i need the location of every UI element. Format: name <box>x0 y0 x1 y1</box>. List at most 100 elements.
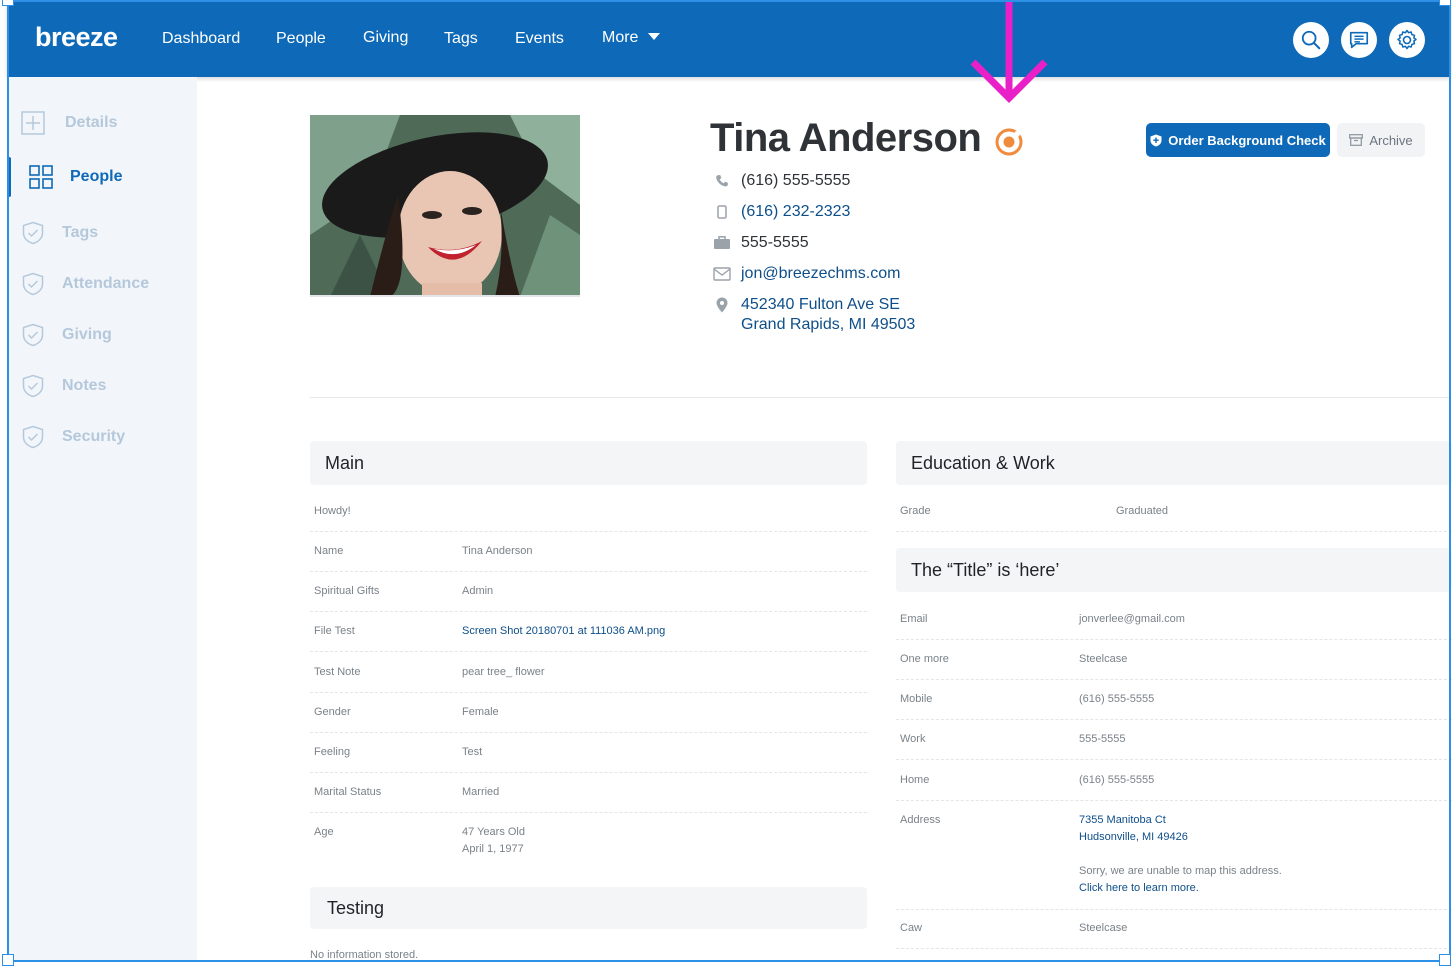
table-row: Grade Graduated <box>896 503 1452 532</box>
sidebar-item-label: Giving <box>62 326 112 343</box>
field-value: Steelcase <box>1079 922 1128 934</box>
search-button[interactable] <box>1293 22 1329 58</box>
table-row: Mobile (616) 555-5555 <box>896 691 1452 720</box>
sidebar-item-label: Tags <box>62 224 99 241</box>
archive-label: Archive <box>1369 132 1413 148</box>
nav-events[interactable]: Events <box>515 30 564 48</box>
field-label: Email <box>900 613 928 625</box>
gear-icon <box>1397 29 1417 50</box>
shield-check-icon <box>22 374 44 398</box>
shield-check-icon <box>22 425 44 449</box>
nav-people[interactable]: People <box>276 30 326 48</box>
shield-check-icon <box>22 323 44 347</box>
main-intro-row: Howdy! <box>310 503 867 532</box>
field-value: jonverlee@gmail.com <box>1079 613 1185 625</box>
address-value-line-2[interactable]: Hudsonville, MI 49426 <box>1079 829 1188 846</box>
table-row: Caw Steelcase <box>896 920 1452 949</box>
nav-giving[interactable]: Giving <box>363 29 408 47</box>
archive-button[interactable]: Archive <box>1337 123 1425 157</box>
nav-tags[interactable]: Tags <box>444 30 478 48</box>
person-name: Tina Anderson <box>710 116 982 160</box>
title-panel-header: The “Title” is ‘here’ <box>896 548 1452 592</box>
plus-square-icon <box>21 111 45 135</box>
field-label: Mobile <box>900 693 933 705</box>
order-background-check-button[interactable]: Order Background Check <box>1146 123 1330 157</box>
profile-photo-image <box>310 115 580 295</box>
section-divider <box>310 397 1450 398</box>
sidebar-item-notes[interactable]: Notes <box>9 366 197 406</box>
contact-mobile-phone: (616) 232-2323 <box>712 202 850 222</box>
testing-empty-text: No information stored. <box>310 949 419 961</box>
field-value: Graduated <box>1116 505 1168 517</box>
main-intro-text: Howdy! <box>314 505 351 517</box>
resize-handle[interactable] <box>2 954 14 966</box>
mobile-icon <box>712 202 732 222</box>
contact-email: jon@breezechms.com <box>712 264 900 284</box>
field-value: pear tree_ flower <box>462 666 545 678</box>
resize-handle[interactable] <box>1439 0 1451 6</box>
address-link[interactable]: 452340 Fulton Ave SE Grand Rapids, MI 495… <box>741 295 915 335</box>
field-label: Gender <box>314 706 351 718</box>
table-row: Marital Status Married <box>310 784 867 813</box>
table-row: Spiritual Gifts Admin <box>310 583 867 612</box>
order-background-check-label: Order Background Check <box>1168 132 1326 148</box>
field-label: Name <box>314 545 344 557</box>
table-row: Gender Female <box>310 704 867 733</box>
table-row: Address 7355 Manitoba Ct Hudsonville, MI… <box>896 812 1452 910</box>
message-icon <box>1349 31 1369 49</box>
field-label: Work <box>900 733 926 745</box>
table-row: Test Note pear tree_ flower <box>310 664 867 693</box>
education-panel-header: Education & Work <box>896 441 1452 485</box>
shield-icon <box>1150 134 1162 146</box>
breeze-logo[interactable]: breeze <box>35 22 118 53</box>
table-row: Feeling Test <box>310 744 867 773</box>
search-icon <box>1301 30 1321 50</box>
file-link[interactable]: Screen Shot 20180701 at 111036 AM.png <box>462 623 665 640</box>
sidebar-item-details[interactable]: Details <box>9 103 197 143</box>
contact-home-phone: (616) 555-5555 <box>712 171 850 191</box>
field-value: Female <box>462 706 499 718</box>
messages-button[interactable] <box>1341 22 1377 58</box>
work-phone-text: 555-5555 <box>741 234 809 251</box>
resize-handle[interactable] <box>2 0 14 6</box>
sidebar-item-giving[interactable]: Giving <box>9 315 197 355</box>
sidebar: Details People Tags Attendance Giving No… <box>7 77 197 962</box>
nav-dashboard[interactable]: Dashboard <box>162 30 240 48</box>
mobile-phone-link[interactable]: (616) 232-2323 <box>741 202 850 222</box>
top-navigation-bar: breeze Dashboard People Giving Tags Even… <box>7 0 1451 77</box>
education-panel-title: Education & Work <box>911 452 1055 473</box>
sidebar-item-label: Details <box>65 114 118 131</box>
learn-more-link[interactable]: Click here to learn more. <box>1079 880 1199 897</box>
envelope-icon <box>712 264 732 284</box>
table-row: Work 555-5555 <box>896 731 1452 760</box>
address-line-1: 452340 Fulton Ave SE <box>741 296 900 313</box>
field-value: Admin <box>462 585 494 597</box>
title-panel-title: The “Title” is ‘here’ <box>911 559 1060 580</box>
sidebar-item-security[interactable]: Security <box>9 417 197 457</box>
address-value-link[interactable]: 7355 Manitoba Ct <box>1079 812 1166 829</box>
resize-handle[interactable] <box>1439 954 1451 966</box>
chevron-down-icon <box>648 33 661 40</box>
main-panel-header: Main <box>310 441 867 485</box>
field-value: 47 Years Old <box>462 826 525 838</box>
settings-button[interactable] <box>1389 22 1425 58</box>
sidebar-item-label: Notes <box>62 377 107 394</box>
shield-check-icon <box>22 272 44 296</box>
field-value: (616) 555-5555 <box>1079 774 1155 786</box>
sidebar-item-label: Attendance <box>62 275 150 292</box>
main-panel-title: Main <box>325 452 365 473</box>
table-row: Name Tina Anderson <box>310 543 867 572</box>
sidebar-item-tags[interactable]: Tags <box>9 213 197 253</box>
map-pin-icon <box>712 295 732 315</box>
email-link[interactable]: jon@breezechms.com <box>741 264 900 284</box>
sidebar-item-people[interactable]: People <box>7 157 197 197</box>
sidebar-item-attendance[interactable]: Attendance <box>9 264 197 304</box>
table-row: File Test Screen Shot 20180701 at 111036… <box>310 623 867 652</box>
profile-photo[interactable] <box>310 115 580 297</box>
field-label: File Test <box>314 625 355 637</box>
archive-icon <box>1349 134 1364 146</box>
map-error-text: Sorry, we are unable to map this address… <box>1079 865 1282 877</box>
field-label: Marital Status <box>314 786 382 798</box>
nav-more[interactable]: More <box>602 29 661 47</box>
target-badge-icon[interactable] <box>994 127 1024 157</box>
